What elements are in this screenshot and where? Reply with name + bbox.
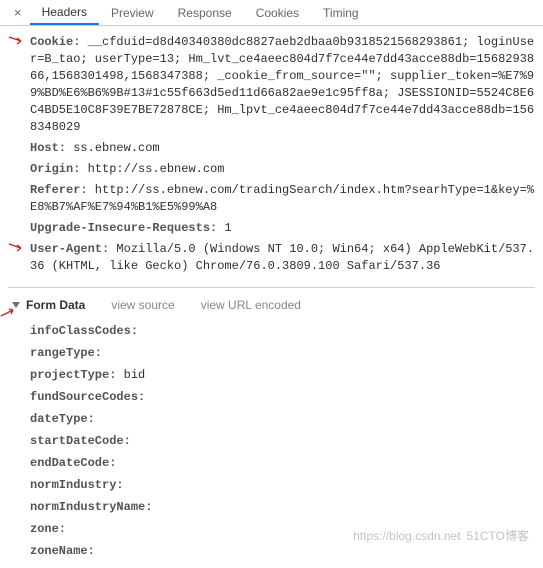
devtools-tabs: × HeadersPreviewResponseCookiesTiming xyxy=(0,0,543,26)
watermark: https://blog.csdn.net51CTO博客 xyxy=(353,527,533,544)
form-key: normIndustry: xyxy=(30,478,124,492)
form-key: zoneName: xyxy=(30,544,95,558)
tab-response[interactable]: Response xyxy=(166,2,244,24)
form-row: infoClassCodes: xyxy=(30,320,535,342)
tab-preview[interactable]: Preview xyxy=(99,2,166,24)
header-row: Cookie: __cfduid=d8d40340380dc8827aeb2db… xyxy=(30,32,535,138)
form-key: startDateCode: xyxy=(30,434,131,448)
tab-cookies[interactable]: Cookies xyxy=(244,2,311,24)
header-key: User-Agent: xyxy=(30,242,109,256)
form-row: endDateCode: xyxy=(30,452,535,474)
form-key: zone: xyxy=(30,522,66,536)
request-headers-block: Cookie: __cfduid=d8d40340380dc8827aeb2db… xyxy=(30,32,535,277)
form-row: projectType: bid xyxy=(30,364,535,386)
header-key: Origin: xyxy=(30,162,80,176)
view-url-encoded-link[interactable]: view URL encoded xyxy=(201,298,301,312)
header-key: Host: xyxy=(30,141,66,155)
form-key: dateType: xyxy=(30,412,95,426)
arrow-annotation-icon xyxy=(0,306,16,316)
form-row: fundSourceCodes: xyxy=(30,386,535,408)
form-data-block: infoClassCodes: rangeType: projectType: bi… xyxy=(30,316,535,562)
form-key: rangeType: xyxy=(30,346,102,360)
form-key: infoClassCodes: xyxy=(30,324,138,338)
tab-headers[interactable]: Headers xyxy=(30,1,99,25)
header-value: ss.ebnew.com xyxy=(66,141,160,155)
header-value: http://ss.ebnew.com/tradingSearch/index.… xyxy=(30,183,534,214)
header-value: 1 xyxy=(217,221,231,235)
form-row: dateType: xyxy=(30,408,535,430)
form-value: bid xyxy=(116,368,145,382)
section-title: Form Data xyxy=(26,298,85,312)
form-key: fundSourceCodes: xyxy=(30,390,145,404)
form-row: startDateCode: xyxy=(30,430,535,452)
header-row: Origin: http://ss.ebnew.com xyxy=(30,159,535,180)
header-key: Cookie: xyxy=(30,35,80,49)
header-row: Host: ss.ebnew.com xyxy=(30,138,535,159)
form-key: normIndustryName: xyxy=(30,500,152,514)
header-value: http://ss.ebnew.com xyxy=(80,162,224,176)
header-key: Upgrade-Insecure-Requests: xyxy=(30,221,217,235)
headers-panel: Cookie: __cfduid=d8d40340380dc8827aeb2db… xyxy=(0,26,543,568)
header-row: Referer: http://ss.ebnew.com/tradingSear… xyxy=(30,180,535,218)
header-row: Upgrade-Insecure-Requests: 1 xyxy=(30,218,535,239)
tab-timing[interactable]: Timing xyxy=(311,2,371,24)
form-row: normIndustry: xyxy=(30,474,535,496)
form-data-section-header[interactable]: Form Data view source view URL encoded xyxy=(12,294,535,316)
arrow-annotation-icon xyxy=(8,35,24,45)
form-row: normIndustryName: xyxy=(30,496,535,518)
header-key: Referer: xyxy=(30,183,88,197)
arrow-annotation-icon xyxy=(8,242,24,252)
header-row: User-Agent: Mozilla/5.0 (Windows NT 10.0… xyxy=(30,239,535,277)
form-key: endDateCode: xyxy=(30,456,116,470)
close-icon[interactable]: × xyxy=(6,5,30,20)
form-key: projectType: xyxy=(30,368,116,382)
form-row: rangeType: xyxy=(30,342,535,364)
view-source-link[interactable]: view source xyxy=(111,298,174,312)
divider xyxy=(8,287,535,288)
header-value: __cfduid=d8d40340380dc8827aeb2dbaa0b9318… xyxy=(30,35,534,134)
